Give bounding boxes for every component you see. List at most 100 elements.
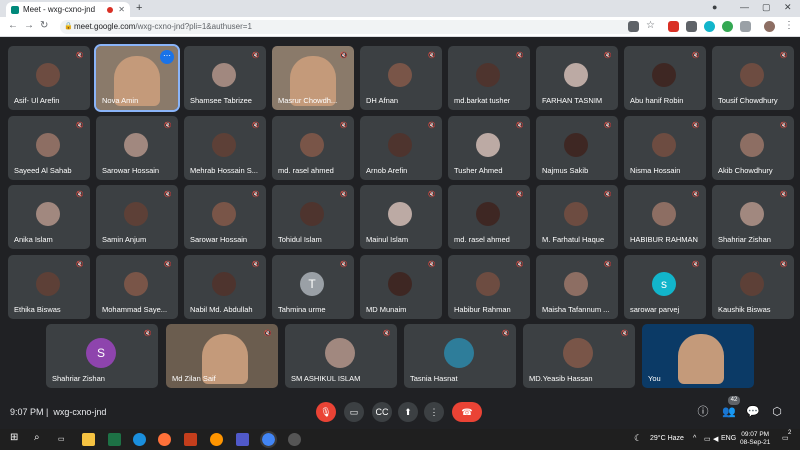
camera-indicator-icon[interactable] (628, 21, 639, 32)
participant-tile[interactable]: 🔇 FARHAN TASNIM (536, 46, 618, 110)
participant-tile[interactable]: 🔇 Shahriar Zishan (712, 185, 794, 249)
extension-icon[interactable] (668, 21, 679, 32)
present-button[interactable]: ⬆ (398, 402, 418, 422)
weather-text[interactable]: 29°C Haze (650, 435, 684, 442)
participant-tile[interactable]: 🔇 Habibur Rahman (448, 254, 530, 319)
participant-tile[interactable]: 🔇 md. rasel ahmed (448, 185, 530, 249)
participant-name: md.barkat tusher (454, 96, 511, 105)
participant-tile[interactable]: 🔇 Asif- Ul Arefin (8, 46, 90, 110)
mic-muted-icon: 🔇 (252, 53, 260, 59)
tile-options-button[interactable]: ⋯ (160, 50, 174, 64)
participant-tile[interactable]: 🔇 Tousif Chowdhury (712, 46, 794, 110)
meeting-details-icon[interactable]: ⓘ (696, 405, 710, 419)
participant-tile[interactable]: 🔇 Kaushik Biswas (712, 254, 794, 319)
chat-icon[interactable]: 💬 (746, 405, 760, 419)
participant-tile[interactable]: s 🔇 sarowar parvej (624, 254, 706, 319)
participant-tile[interactable]: 🔇 HABIBUR RAHMAN (624, 185, 706, 249)
participant-name: MD.Yeasib Hassan (529, 374, 593, 383)
extension-icon[interactable] (722, 21, 733, 32)
participant-tile[interactable]: ⋯ Nova Amin (94, 44, 180, 112)
volume-icon[interactable]: ◀ (713, 435, 718, 443)
profile-menu-icon[interactable]: ● (712, 2, 717, 12)
close-tab-icon[interactable]: ✕ (118, 5, 125, 14)
tray-overflow-icon[interactable]: ^ (693, 435, 696, 442)
participant-tile[interactable]: 🔇 Nisma Hossain (624, 115, 706, 180)
maximize-icon[interactable]: ▢ (762, 2, 771, 13)
participant-tile[interactable]: 🔇 Tohidul Islam (272, 185, 354, 249)
participant-tile[interactable]: 🔇 md. rasel ahmed (272, 115, 354, 180)
participant-tile[interactable]: 🔇 Arnob Arefin (360, 115, 442, 180)
activities-icon[interactable]: ⬡ (770, 405, 784, 419)
excel-icon[interactable] (108, 433, 121, 446)
participant-tile[interactable]: 🔇 Anika Islam (8, 185, 90, 249)
profile-avatar[interactable] (764, 21, 775, 32)
reload-icon[interactable]: ↻ (40, 20, 48, 31)
network-icon[interactable]: ▭ (704, 435, 711, 443)
task-view-icon[interactable]: ▭ (58, 435, 65, 443)
camera-toggle-button[interactable]: ▭ (344, 402, 364, 422)
firefox-icon[interactable] (158, 433, 171, 446)
mic-toggle-button[interactable]: 🎙 (316, 402, 336, 422)
back-icon[interactable]: ← (8, 20, 18, 31)
close-window-icon[interactable]: ✕ (784, 2, 792, 13)
file-explorer-icon[interactable] (82, 433, 95, 446)
participant-tile[interactable]: 🔇 Mohammad Saye... (96, 254, 178, 319)
edge-icon[interactable] (133, 433, 146, 446)
participant-video (678, 334, 724, 384)
participant-tile[interactable]: 🔇 Akib Chowdhury (712, 115, 794, 180)
participant-tile[interactable]: 🔇 Sarowar Hossain (184, 185, 266, 249)
app-icon[interactable] (210, 433, 223, 446)
participant-tile[interactable]: 🔇 Masrur Chowdh... (272, 46, 354, 110)
more-options-button[interactable]: ⋮ (424, 402, 444, 422)
powerpoint-icon[interactable] (184, 433, 197, 446)
participant-tile[interactable]: 🔇 Maisha Tafannum ... (536, 254, 618, 319)
minimize-icon[interactable]: — (740, 2, 749, 12)
participant-tile[interactable]: 🔇 Shamsee Tabrizee (184, 46, 266, 110)
extension-icon[interactable] (686, 21, 697, 32)
participant-tile[interactable]: 🔇 Sayeed Al Sahab (8, 115, 90, 180)
extension-icon[interactable] (704, 21, 715, 32)
search-icon[interactable]: ⌕ (34, 432, 40, 443)
participant-tile[interactable]: 🔇 Mehrab Hossain S... (184, 115, 266, 180)
people-icon[interactable]: 👥 (722, 405, 736, 419)
participant-tile[interactable]: 🔇 Abu hanif Robin (624, 46, 706, 110)
participant-tile[interactable]: 🔇 Sarowar Hossain (96, 115, 178, 180)
menu-kebab-icon[interactable]: ⋮ (784, 20, 794, 31)
url-field[interactable]: 🔒 meet.google.com/wxg-cxno-jnd?pli=1&aut… (60, 20, 635, 34)
new-tab-button[interactable]: + (136, 2, 142, 14)
avatar (124, 271, 148, 296)
mic-muted-icon: 🔇 (76, 122, 84, 129)
forward-icon[interactable]: → (24, 20, 34, 31)
participant-tile[interactable]: T 🔇 Tahmina urme (272, 254, 354, 319)
captions-button[interactable]: CC (372, 402, 392, 422)
input-language[interactable]: ENG (721, 435, 736, 442)
avatar (476, 63, 500, 87)
participant-tile[interactable]: 🔇 SM ASHIKUL ISLAM (285, 324, 397, 388)
leave-call-button[interactable]: ☎ (452, 402, 482, 422)
participant-tile[interactable]: S 🔇 Shahriar Zishan (46, 324, 158, 388)
self-view-tile[interactable]: You (642, 324, 754, 388)
participant-tile[interactable]: 🔇 Mainul Islam (360, 185, 442, 249)
participant-tile[interactable]: 🔇 Tusher Ahmed (448, 115, 530, 180)
avatar: T (300, 271, 324, 296)
participant-tile[interactable]: 🔇 MD Munaim (360, 254, 442, 319)
teams-icon[interactable] (236, 433, 249, 446)
browser-tab[interactable]: Meet - wxg-cxno-jnd ✕ (6, 2, 130, 17)
participant-tile[interactable]: 🔇 MD.Yeasib Hassan (523, 324, 635, 388)
windows-start-icon[interactable]: ⊞ (10, 432, 18, 443)
participant-tile[interactable]: 🔇 Samin Anjum (96, 185, 178, 249)
participant-tile[interactable]: 🔇 M. Farhatul Haque (536, 185, 618, 249)
taskbar-clock[interactable]: 09:07 PM 08-Sep-21 (740, 431, 770, 447)
participant-tile[interactable]: 🔇 md.barkat tusher (448, 46, 530, 110)
app-icon[interactable] (288, 433, 301, 446)
participant-tile[interactable]: 🔇 Tasnia Hasnat (404, 324, 516, 388)
mic-muted-icon: 🔇 (164, 261, 172, 268)
participant-tile[interactable]: 🔇 DH Afnan (360, 46, 442, 110)
participant-tile[interactable]: 🔇 Md Zilan Saif (166, 324, 278, 388)
extensions-puzzle-icon[interactable] (740, 21, 751, 32)
participant-tile[interactable]: 🔇 Ethika Biswas (8, 254, 90, 319)
bookmark-star-icon[interactable]: ☆ (646, 20, 655, 31)
participant-tile[interactable]: 🔇 Najmus Sakib (536, 115, 618, 180)
chrome-icon[interactable] (260, 431, 277, 448)
participant-tile[interactable]: 🔇 Nabil Md. Abdullah (184, 254, 266, 319)
